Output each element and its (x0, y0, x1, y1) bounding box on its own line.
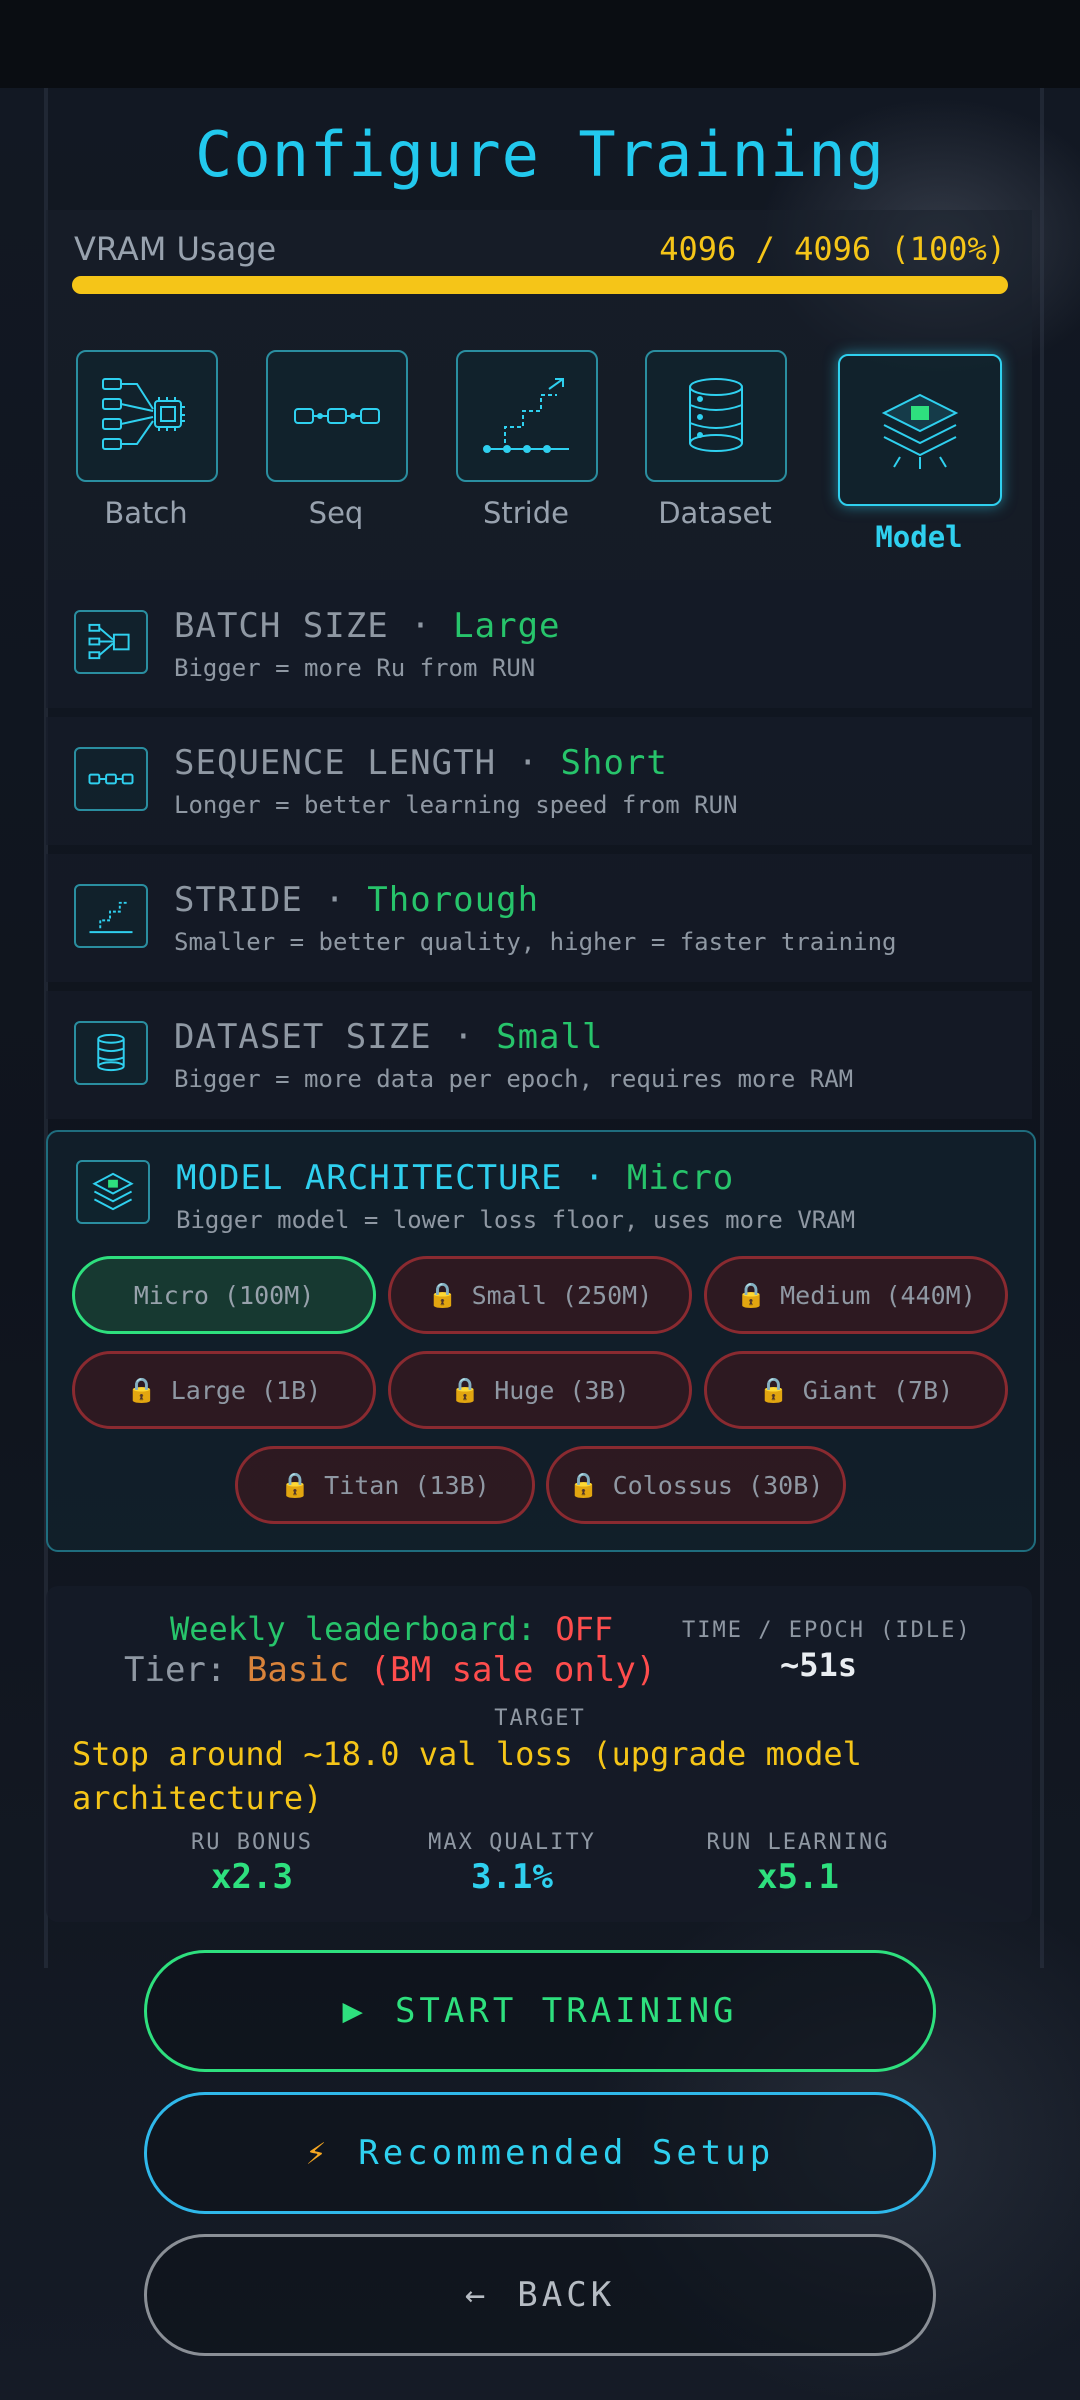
tab-dataset-label: Dataset (658, 496, 772, 530)
epoch-time-value: ~51s (780, 1646, 858, 1684)
setting-stride[interactable]: STRIDE · Thorough Smaller = better quali… (46, 854, 1032, 982)
setting-title: BATCH SIZE · Large (174, 606, 561, 646)
lock-icon: 🔒 (758, 1376, 789, 1404)
setting-title: STRIDE · Thorough (174, 880, 540, 920)
model-title: MODEL ARCHITECTURE · Micro (176, 1158, 735, 1198)
leaderboard-status: Weekly leaderboard: OFF (170, 1610, 614, 1648)
recommended-setup-button[interactable]: ⚡ Recommended Setup (144, 2092, 936, 2214)
target-text: Stop around ~18.0 val loss (upgrade mode… (72, 1735, 862, 1817)
model-description: Bigger model = lower loss floor, uses mo… (176, 1206, 856, 1234)
tab-stride[interactable]: Stride (456, 350, 598, 530)
lock-icon: 🔒 (280, 1471, 311, 1499)
stat-value: 3.1% (471, 1857, 553, 1897)
target-label: TARGET (494, 1706, 586, 1731)
stat-run-learning: RUN LEARNING x5.1 (678, 1830, 918, 1897)
vram-value: 4096 / 4096 (100%) (659, 230, 1006, 268)
lock-icon: 🔒 (126, 1376, 157, 1404)
vram-label: VRAM Usage (74, 230, 277, 268)
tab-batch-label: Batch (104, 496, 188, 530)
setting-value: Small (496, 1017, 604, 1057)
model-option-huge[interactable]: 🔒 Huge (3B) (388, 1351, 692, 1429)
setting-sequence-length[interactable]: SEQUENCE LENGTH · Short Longer = better … (46, 717, 1032, 845)
tab-batch[interactable]: Batch (76, 350, 218, 530)
batch-icon (74, 610, 148, 674)
chip-stack-icon (838, 354, 1002, 506)
model-option-large[interactable]: 🔒 Large (1B) (72, 1351, 376, 1429)
model-option-giant[interactable]: 🔒 Giant (7B) (704, 1351, 1008, 1429)
epoch-time-label: TIME / EPOCH (IDLE) (682, 1618, 972, 1643)
lightning-icon: ⚡ (305, 2133, 331, 2173)
model-option-titan[interactable]: 🔒 Titan (13B) (235, 1446, 535, 1524)
database-icon (645, 350, 787, 482)
play-icon: ▶ (342, 1991, 367, 2031)
vram-bar-fill (72, 276, 1008, 294)
status-bar (0, 0, 1080, 88)
back-label: BACK (517, 2275, 616, 2315)
start-training-label: START TRAINING (394, 1991, 738, 2031)
lock-icon: 🔒 (568, 1471, 599, 1499)
setting-value: Short (560, 743, 668, 783)
setting-description: Bigger = more data per epoch, requires m… (174, 1065, 854, 1093)
setting-description: Smaller = better quality, higher = faste… (174, 928, 897, 956)
vram-bar (72, 276, 1008, 294)
tab-model[interactable]: Model (838, 354, 1002, 554)
model-value: Micro (626, 1158, 735, 1198)
model-option-medium[interactable]: 🔒 Medium (440M) (704, 1256, 1008, 1334)
model-option-small[interactable]: 🔒 Small (250M) (388, 1256, 692, 1334)
lock-icon: 🔒 (427, 1281, 458, 1309)
stat-value: x5.1 (757, 1857, 839, 1897)
lock-icon: 🔒 (736, 1281, 767, 1309)
model-architecture-panel: MODEL ARCHITECTURE · Micro Bigger model … (46, 1130, 1036, 1552)
recommended-setup-label: Recommended Setup (358, 2133, 775, 2173)
stat-label: MAX QUALITY (428, 1830, 596, 1855)
batch-icon (76, 350, 218, 482)
setting-value: Thorough (367, 880, 540, 920)
database-icon (74, 1021, 148, 1085)
tab-seq-label: Seq (308, 496, 364, 530)
tier-status: Tier: Basic (BM sale only) (124, 1650, 657, 1690)
stat-ru-bonus: RU BONUS x2.3 (132, 1830, 372, 1897)
model-option-micro[interactable]: Micro (100M) (72, 1256, 376, 1334)
start-training-button[interactable]: ▶ START TRAINING (144, 1950, 936, 2072)
sequence-icon (74, 747, 148, 811)
setting-value: Large (453, 606, 561, 646)
tab-seq[interactable]: Seq (266, 350, 408, 530)
lock-icon: 🔒 (450, 1376, 481, 1404)
sequence-icon (266, 350, 408, 482)
model-option-colossus[interactable]: 🔒 Colossus (30B) (546, 1446, 846, 1524)
stride-icon (74, 884, 148, 948)
stat-label: RU BONUS (191, 1830, 313, 1855)
setting-title: DATASET SIZE · Small (174, 1017, 604, 1057)
tab-dataset[interactable]: Dataset (645, 350, 787, 530)
back-button[interactable]: ← BACK (144, 2234, 936, 2356)
stat-label: RUN LEARNING (706, 1830, 890, 1855)
tab-model-label: Model (875, 520, 963, 554)
setting-dataset-size[interactable]: DATASET SIZE · Small Bigger = more data … (46, 991, 1032, 1119)
setting-batch-size[interactable]: BATCH SIZE · Large Bigger = more Ru from… (46, 580, 1032, 708)
back-arrow-icon: ← (464, 2275, 490, 2315)
setting-description: Bigger = more Ru from RUN (174, 654, 536, 682)
setting-title: SEQUENCE LENGTH · Short (174, 743, 668, 783)
chip-stack-icon (76, 1160, 150, 1224)
tab-stride-label: Stride (482, 496, 569, 530)
page-title: Configure Training (195, 118, 885, 191)
stat-max-quality: MAX QUALITY 3.1% (392, 1830, 632, 1897)
setting-description: Longer = better learning speed from RUN (174, 791, 738, 819)
stat-value: x2.3 (211, 1857, 293, 1897)
stride-icon (456, 350, 598, 482)
